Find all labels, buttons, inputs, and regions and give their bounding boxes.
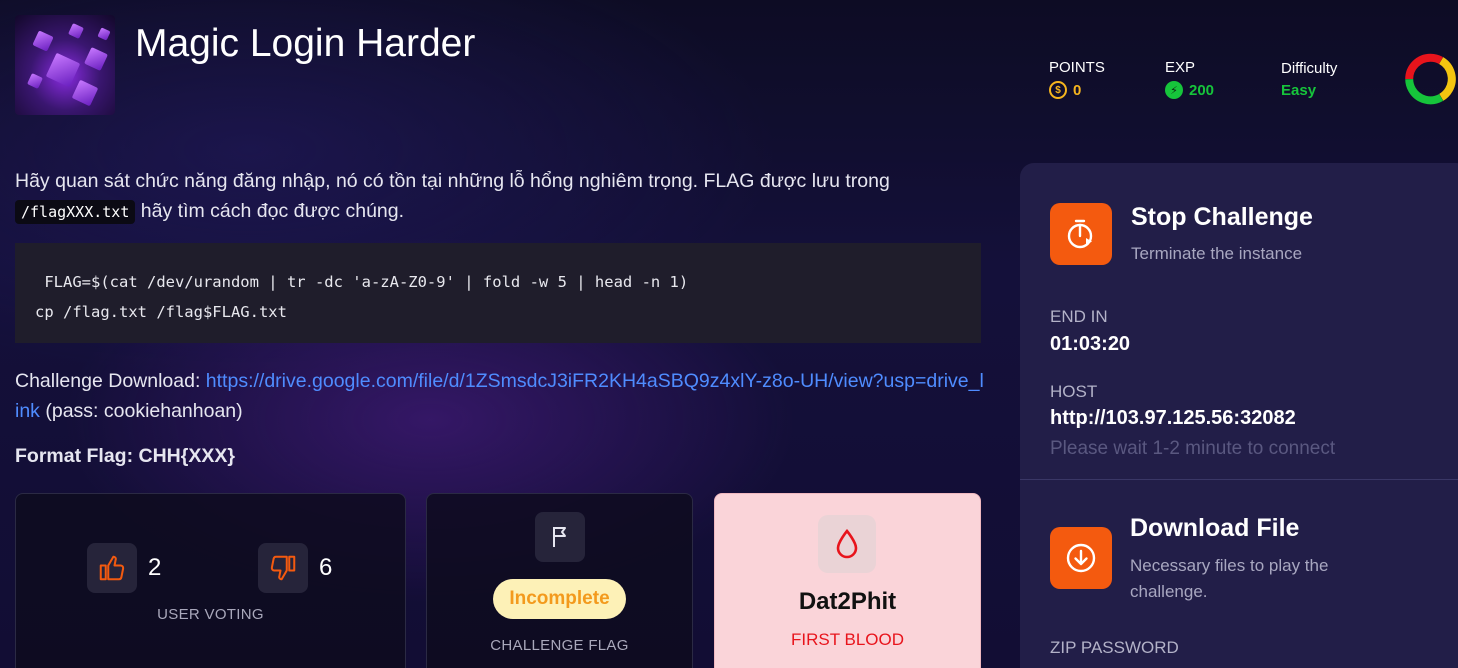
challenge-title: Magic Login Harder [135,22,476,65]
download-pass: (pass: cookiehanhoan) [39,400,243,422]
first-blood-user: Dat2Phit [798,588,897,615]
download-file-subtitle: Necessary files to play the challenge. [1130,556,1329,601]
description-text: Hãy quan sát chức năng đăng nhập, nó có … [15,170,890,192]
exp-label: EXP [1165,59,1196,76]
challenge-download: Challenge Download: https://drive.google… [15,366,985,426]
exp-icon: ⚡ [1165,81,1183,99]
stop-challenge-button[interactable] [1050,203,1112,265]
downvote-button[interactable] [258,543,308,593]
host-label: HOST [1050,382,1098,401]
end-in-timer: 01:03:20 [1050,333,1131,355]
points-value: 0 [1073,81,1082,99]
host-address[interactable]: http://103.97.125.56:32082 [1050,407,1296,430]
code-line: FLAG=$(cat /dev/urandom | tr -dc 'a-zA-Z… [35,273,689,291]
download-label: Challenge Download: [15,370,206,392]
host-hint: Please wait 1-2 minute to connect [1050,438,1336,459]
difficulty-stat: Difficulty Easy [1281,60,1337,99]
zip-password-label: ZIP PASSWORD [1050,638,1179,657]
download-icon [1066,543,1096,573]
flag-path-code: /flagXXX.txt [15,200,136,224]
challenge-description: Hãy quan sát chức năng đăng nhập, nó có … [15,166,985,227]
points-label: POINTS [1049,59,1105,76]
first-blood-card: Dat2Phit FIRST BLOOD [714,493,981,668]
code-line: cp /flag.txt /flag$FLAG.txt [35,303,287,321]
difficulty-value: Easy [1281,82,1317,99]
downvote-count: 6 [319,554,333,581]
description-text-after: hãy tìm cách đọc được chúng. [140,200,405,222]
code-block: FLAG=$(cat /dev/urandom | tr -dc 'a-zA-Z… [15,243,981,343]
stop-challenge-title[interactable]: Stop Challenge [1131,203,1313,232]
thumbs-up-icon [99,555,125,581]
upvote-button[interactable] [87,543,137,593]
voting-card: 2 6 USER VOTING [15,493,406,668]
thumbs-down-icon [270,555,296,581]
end-in-label: END IN [1050,307,1108,326]
panel-divider [1020,479,1458,480]
flag-icon [535,512,585,562]
download-file-title[interactable]: Download File [1130,514,1299,543]
difficulty-ring-icon [1405,53,1456,105]
blood-drop-icon [818,515,876,573]
points-stat: POINTS $ 0 [1049,59,1105,99]
stopwatch-icon [1067,219,1093,249]
upvote-count: 2 [148,554,162,581]
exp-value: 200 [1189,81,1215,99]
exp-stat: EXP ⚡ 200 [1165,59,1214,99]
coin-icon: $ [1049,81,1067,99]
voting-label: USER VOTING [157,606,264,623]
stop-challenge-subtitle: Terminate the instance [1131,244,1303,263]
difficulty-label: Difficulty [1281,60,1338,77]
challenge-flag-card: Incomplete CHALLENGE FLAG [426,493,693,668]
format-flag: Format Flag: CHH{XXX} [15,445,235,467]
challenge-thumbnail [15,15,115,115]
status-badge: Incomplete [493,579,626,619]
download-file-button[interactable] [1050,527,1112,589]
challenge-flag-label: CHALLENGE FLAG [490,637,629,654]
first-blood-label: FIRST BLOOD [790,630,905,649]
